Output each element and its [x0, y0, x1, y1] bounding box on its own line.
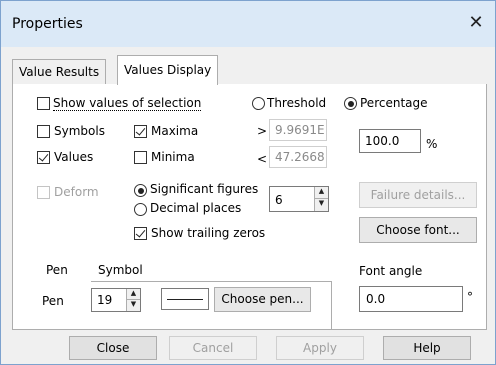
close-icon[interactable]: ✕ [466, 13, 486, 33]
values-label: Values [54, 150, 94, 164]
percentage-label: Percentage [360, 96, 428, 110]
subtab-panel-edge [331, 281, 332, 329]
percentage-field[interactable]: 100.0 [359, 129, 421, 153]
failure-details-button[interactable]: Failure details... [359, 182, 477, 208]
significant-figures-radio[interactable] [134, 184, 147, 197]
properties-dialog: Properties ✕ Value Results Values Displa… [0, 0, 496, 365]
pen-line-sample [167, 299, 203, 300]
apply-button[interactable]: Apply [276, 336, 364, 360]
digits-value: 6 [275, 193, 283, 207]
values-checkbox[interactable] [37, 151, 50, 164]
pen-width-spinner[interactable]: 19 ▲ ▼ [91, 288, 141, 312]
maxima-checkbox[interactable] [134, 125, 147, 138]
trailing-zeros-checkbox[interactable] [134, 227, 147, 240]
subtab-strip-line [91, 281, 331, 282]
greater-than-sign: > [257, 124, 268, 138]
tab-values-display[interactable]: Values Display [117, 55, 219, 85]
chevron-down-icon[interactable]: ▼ [315, 199, 328, 211]
chevron-up-icon[interactable]: ▲ [315, 187, 328, 199]
decimal-places-label: Decimal places [150, 201, 242, 215]
symbols-checkbox[interactable] [37, 125, 50, 138]
trailing-zeros-label: Show trailing zeros [151, 226, 266, 240]
font-angle-label: Font angle [359, 264, 423, 278]
show-values-label: Show values of selection [53, 96, 202, 111]
significant-figures-label: Significant figures [150, 182, 259, 196]
threshold-radio[interactable] [252, 97, 265, 110]
pen-label: Pen [42, 294, 64, 308]
maxima-label: Maxima [151, 124, 199, 138]
deform-label: Deform [54, 185, 99, 199]
show-values-checkbox[interactable] [37, 97, 50, 110]
tab-value-results[interactable]: Value Results [12, 59, 107, 84]
pen-sample-swatch [161, 288, 209, 310]
chevron-down-icon[interactable]: ▼ [127, 300, 140, 311]
title-bar: Properties ✕ [1, 1, 495, 47]
minima-threshold-field[interactable]: 47.2668 [269, 146, 327, 168]
font-angle-field[interactable]: 0.0 [359, 286, 463, 312]
subtab-symbol[interactable]: Symbol [98, 263, 143, 277]
percentage-radio[interactable] [344, 97, 357, 110]
cancel-button[interactable]: Cancel [169, 336, 257, 360]
choose-font-button[interactable]: Choose font... [359, 217, 477, 243]
symbols-label: Symbols [54, 124, 105, 138]
dialog-title: Properties [12, 16, 83, 32]
decimal-places-radio[interactable] [134, 203, 147, 216]
chevron-up-icon[interactable]: ▲ [127, 289, 140, 300]
minima-label: Minima [151, 150, 195, 164]
degree-symbol: ° [467, 290, 473, 304]
digits-spinner[interactable]: 6 ▲ ▼ [269, 186, 329, 212]
subtab-pen[interactable]: Pen [46, 263, 68, 277]
less-than-sign: < [257, 152, 268, 166]
percent-unit: % [426, 137, 438, 151]
threshold-label: Threshold [267, 96, 327, 110]
help-button[interactable]: Help [383, 336, 471, 360]
deform-checkbox[interactable] [37, 186, 50, 199]
pen-width-value: 19 [97, 293, 113, 307]
choose-pen-button[interactable]: Choose pen... [214, 287, 311, 312]
maxima-threshold-field[interactable]: 9.9691E [269, 119, 327, 141]
close-button[interactable]: Close [69, 336, 157, 360]
minima-checkbox[interactable] [134, 151, 147, 164]
